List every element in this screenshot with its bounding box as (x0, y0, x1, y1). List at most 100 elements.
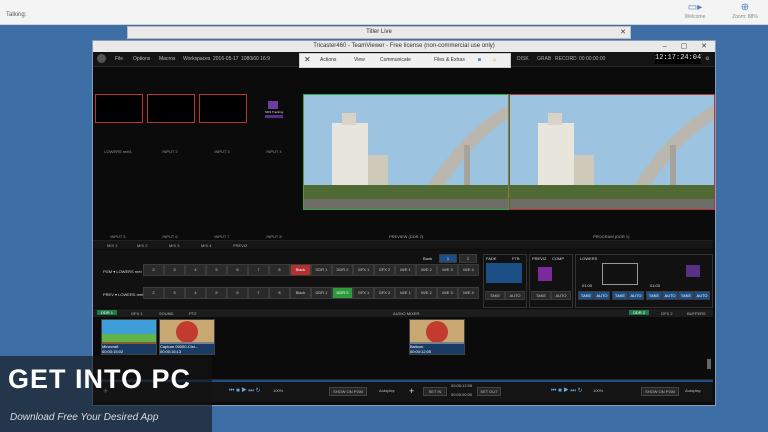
ddr2-transport-icons[interactable]: ⏮ ■ ▶ ⏭ ↻ (551, 387, 582, 395)
dsk3-take-button[interactable]: TAKE (646, 291, 662, 300)
previz-tab[interactable]: PREVIZ (233, 243, 247, 248)
set-in-button[interactable]: SET IN (423, 387, 447, 396)
tab-audio-mixer[interactable]: AUDIO MIXER (393, 311, 419, 316)
dsk2-auto-button[interactable]: AUTO (628, 291, 644, 300)
input-monitor-4[interactable]: NRS Tracking (263, 101, 285, 119)
files-extras-menu[interactable]: Files & Extras (434, 57, 465, 63)
tab-ddr-2[interactable]: DDR 2 (629, 310, 650, 315)
preview-source-button[interactable]: 5 (206, 287, 227, 299)
actions-menu[interactable]: Actions (320, 57, 336, 63)
clip-minecraft[interactable]: Minecraft 00:00:15:02 (101, 319, 157, 355)
dsk-thumbnail[interactable] (602, 263, 638, 285)
grab-button[interactable]: GRAB (537, 56, 551, 62)
previz-auto-button[interactable]: AUTO (551, 291, 571, 300)
tab-ptz[interactable]: PTZ (189, 311, 197, 316)
preview-source-button[interactable]: 7 (248, 287, 269, 299)
program-source-button[interactable]: 4 (185, 264, 206, 276)
input-monitor-2[interactable] (147, 94, 195, 123)
clip-balloon[interactable]: Balloon 00:00:12:05 (409, 319, 465, 355)
preview-source-button[interactable]: DDR 2 (332, 287, 353, 299)
program-source-button[interactable]: GFX 2 (374, 264, 395, 276)
take-button[interactable]: TAKE (485, 291, 505, 300)
ddr2-autoplay-toggle[interactable]: Autoplay (685, 388, 701, 393)
dsk4-take-button[interactable]: TAKE (678, 291, 694, 300)
communicate-menu[interactable]: Communicate (380, 57, 411, 63)
tab-gfx-1[interactable]: GFX 1 (131, 311, 143, 316)
program-source-button[interactable]: DDR 1 (311, 264, 332, 276)
ddr1-autoplay-toggle[interactable]: Autoplay (379, 388, 395, 393)
window-controls[interactable]: – ▢ ✕ (663, 41, 713, 52)
program-source-button[interactable]: 8 (269, 264, 290, 276)
set-out-button[interactable]: SET OUT (477, 387, 501, 396)
preview-source-button[interactable]: 2 (143, 287, 164, 299)
preview-source-button[interactable]: 3 (164, 287, 185, 299)
program-source-button[interactable]: 7 (248, 264, 269, 276)
mix-1-tab[interactable]: MIX 1 (107, 243, 117, 248)
teamviewer-close-button[interactable]: ✕ (304, 55, 311, 64)
input-monitor-3[interactable] (199, 94, 247, 123)
auto-button[interactable]: AUTO (505, 291, 525, 300)
settings-gear-icon[interactable]: ⚙ (705, 56, 709, 62)
dsk1-auto-button[interactable]: AUTO (594, 291, 610, 300)
media-scrollbar[interactable] (707, 359, 711, 369)
preview-source-button[interactable]: Black (290, 287, 311, 299)
program-source-button[interactable]: M/E 3 (437, 264, 458, 276)
program-source-button[interactable]: 2 (143, 264, 164, 276)
mix-2-tab[interactable]: MIX 2 (137, 243, 147, 248)
preview-source-button[interactable]: M/E 2 (416, 287, 437, 299)
dsk2-take-button[interactable]: TAKE (612, 291, 628, 300)
record-button[interactable]: RECORD (555, 56, 577, 62)
dsk3-auto-button[interactable]: AUTO (662, 291, 678, 300)
program-source-button[interactable]: DDR 2 (332, 264, 353, 276)
program-source-button[interactable]: M/E 1 (395, 264, 416, 276)
previz-take-button[interactable]: TAKE (531, 291, 551, 300)
preview-source-button[interactable]: 6 (227, 287, 248, 299)
preview-source-button[interactable]: M/E 3 (437, 287, 458, 299)
mix-3-tab[interactable]: MIX 3 (169, 243, 179, 248)
ddr2-show-on-pgm-button[interactable]: SHOW ON PGM (641, 387, 679, 396)
previz-thumbnail[interactable] (538, 267, 552, 281)
titler-close-button[interactable]: ✕ (620, 27, 626, 38)
menu-workspaces[interactable]: Workspaces (183, 56, 210, 62)
program-row-label[interactable]: PGM ▾ LOWERS reel (103, 269, 141, 274)
preview-source-button[interactable]: DDR 1 (311, 287, 332, 299)
dsk1-take-button[interactable]: TAKE (578, 291, 594, 300)
program-source-button[interactable]: M/E 2 (416, 264, 437, 276)
bank-2-button[interactable]: 2 (459, 254, 477, 263)
tricaster-window[interactable]: Tricaster460 - TeamViewer - Free license… (92, 40, 716, 406)
tab-sound[interactable]: SOUND (159, 311, 173, 316)
program-source-button[interactable]: 3 (164, 264, 185, 276)
tab-gfx-2[interactable]: GFX 2 (661, 311, 673, 316)
clip-capture[interactable]: Capture 00000-Clst... 00:00:16:13 (159, 319, 215, 355)
preview-source-button[interactable]: M/E 4 (458, 287, 479, 299)
titler-window[interactable]: Titler Live ✕ (127, 26, 631, 39)
overlay-logo-thumbnail[interactable] (686, 265, 700, 277)
program-source-button[interactable]: M/E 4 (458, 264, 479, 276)
smiley-icon[interactable]: ☺ (492, 57, 497, 63)
chat-icon[interactable]: ◙ (478, 57, 481, 63)
preview-source-button[interactable]: 8 (269, 287, 290, 299)
program-source-button[interactable]: 6 (227, 264, 248, 276)
ddr2-add-clip-icon[interactable]: + (409, 386, 414, 396)
zoom-button[interactable]: ⊕ Zoom: 88% (726, 2, 764, 24)
preview-source-button[interactable]: M/E 1 (395, 287, 416, 299)
view-menu[interactable]: View (354, 57, 365, 63)
transition-thumbnail[interactable] (486, 263, 522, 283)
preview-source-button[interactable]: GFX 1 (353, 287, 374, 299)
ddr1-show-on-pgm-button[interactable]: SHOW ON PGM (329, 387, 367, 396)
bank-1-button[interactable]: 1 (439, 254, 457, 263)
tab-ddr-1[interactable]: DDR 1 (97, 310, 118, 315)
mix-4-tab[interactable]: MIX 4 (201, 243, 211, 248)
ddr1-transport-icons[interactable]: ⏮ ■ ▶ ⏭ ↻ (229, 387, 260, 395)
preview-source-button[interactable]: 4 (185, 287, 206, 299)
preview-row-label[interactable]: PREV ▾ LOWERS reel (103, 292, 143, 297)
menu-macros[interactable]: Macros (159, 56, 175, 62)
input-monitor-1[interactable] (95, 94, 143, 123)
program-source-button[interactable]: Black (290, 264, 311, 276)
welcome-button[interactable]: ▭▸ Welcome (680, 2, 710, 24)
tab-buffers[interactable]: BUFFERS (687, 311, 706, 316)
program-source-button[interactable]: GFX 1 (353, 264, 374, 276)
dsk4-auto-button[interactable]: AUTO (694, 291, 710, 300)
preview-source-button[interactable]: GFX 2 (374, 287, 395, 299)
ftb-button[interactable]: FTB (512, 256, 520, 261)
